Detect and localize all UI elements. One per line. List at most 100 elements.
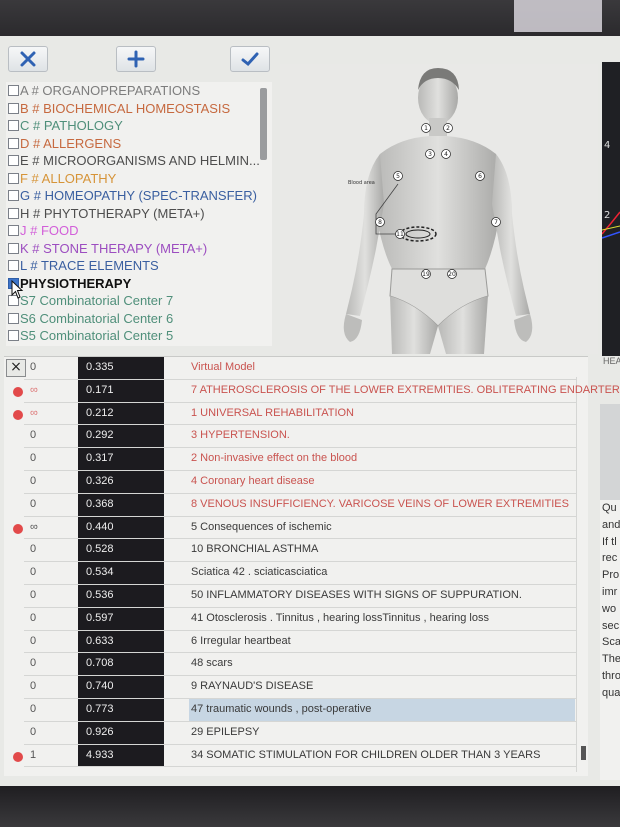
result-row[interactable]: ∞ 0.171 7 ATHEROSCLEROSIS OF THE LOWER EXT… [4, 379, 620, 403]
result-value: 0.326 [78, 471, 164, 493]
body-point-label: 1 [424, 125, 428, 132]
result-row[interactable]: 0 0.326 4 Coronary heart disease [4, 471, 588, 494]
category-item[interactable]: L # TRACE ELEMENTS [6, 257, 272, 275]
body-point-marker[interactable]: 20 [447, 269, 457, 279]
category-checkbox[interactable] [8, 102, 19, 114]
category-item[interactable]: E # MICROORGANISMS AND HELMIN... [6, 152, 272, 170]
results-table: × 0 0.335 Virtual Model ∞ 0.171 7 ATHEROSCLER… [4, 356, 620, 776]
result-value: 0.773 [78, 699, 164, 721]
result-value: 0.708 [78, 653, 164, 676]
category-label: E # MICROORGANISMS AND HELMIN... [20, 153, 260, 169]
category-item[interactable]: B # BIOCHEMICAL HOMEOSTASIS [6, 100, 272, 118]
result-flag: 0 [30, 429, 37, 442]
result-row[interactable]: 0 0.292 3 HYPERTENSION. [4, 425, 588, 449]
category-scrollbar[interactable] [260, 88, 267, 160]
graph-digit-bottom: 2 [604, 210, 610, 221]
result-row[interactable]: 0 0.773 47 traumatic wounds , post-operati… [4, 699, 588, 722]
accept-button[interactable] [230, 46, 270, 72]
result-row[interactable]: ∞ 0.212 1 UNIVERSAL REHABILITATION [4, 402, 588, 426]
toolbar [0, 36, 280, 78]
category-item[interactable]: F # ALLOPATHY [6, 170, 272, 188]
category-item[interactable]: K # STONE THERAPY (META+) [6, 240, 272, 258]
category-item[interactable]: J # FOOD [6, 222, 272, 240]
category-item[interactable]: S6 Combinatorial Center 6 [6, 310, 272, 328]
result-value: 0.440 [78, 516, 164, 539]
result-row[interactable]: 0 0.536 50 INFLAMMATORY DISEASES WITH SIGN… [4, 585, 588, 608]
body-point-marker[interactable]: 3 [425, 149, 435, 159]
body-point-marker[interactable]: 2 [443, 123, 453, 133]
result-value: 0.212 [78, 402, 164, 425]
result-row[interactable]: 0 0.633 6 Irregular heartbeat [4, 630, 588, 654]
result-name: Virtual Model [191, 361, 255, 373]
result-row[interactable]: 0 0.597 41 Otosclerosis . Tinnitus , heari… [4, 607, 588, 631]
category-checkbox[interactable] [8, 172, 19, 184]
category-item[interactable]: G # HOMEOPATHY (SPEC-TRANSFER) [6, 187, 272, 205]
result-row[interactable]: 0 0.534 Sciatica 42 . sciaticasciatica [4, 562, 588, 585]
result-row[interactable]: 0 0.740 9 RAYNAUD'S DISEASE [4, 676, 588, 699]
result-value: 0.597 [78, 607, 164, 630]
body-point-marker[interactable]: 19 [421, 269, 431, 279]
category-checkbox[interactable] [8, 330, 19, 342]
result-value: 0.633 [78, 630, 164, 653]
result-row[interactable]: 0 0.708 48 scars [4, 653, 588, 677]
result-value: 0.536 [78, 585, 164, 607]
description-text-line: sec [602, 619, 620, 632]
category-item[interactable]: H # PHYTOTHERAPY (META+) [6, 205, 272, 223]
body-point-marker[interactable]: 5 [393, 171, 403, 181]
body-point-label: 19 [422, 271, 430, 278]
result-name: Sciatica 42 . sciaticasciatica [191, 566, 328, 579]
result-value: 0.528 [78, 539, 164, 562]
category-label: D # ALLERGENS [20, 135, 122, 151]
body-point-label: 8 [378, 219, 382, 226]
category-item[interactable]: S7 Combinatorial Center 7 [6, 292, 272, 310]
category-item[interactable]: C # PATHOLOGY [6, 117, 272, 135]
result-row[interactable]: 0 0.926 29 EPILEPSY [4, 721, 588, 745]
result-flag: 0 [30, 703, 37, 715]
category-checkbox[interactable] [8, 207, 19, 219]
result-row[interactable]: 0 0.528 10 BRONCHIAL ASTHMA [4, 539, 588, 563]
result-row[interactable]: 0 0.335 Virtual Model [4, 357, 588, 380]
body-point-marker[interactable]: 7 [491, 217, 501, 227]
category-checkbox[interactable] [8, 225, 19, 237]
category-checkbox[interactable] [8, 260, 19, 272]
result-name: 3 HYPERTENSION. [191, 429, 290, 442]
category-checkbox[interactable] [8, 242, 19, 254]
add-button[interactable] [116, 46, 156, 72]
mouse-cursor-icon [11, 280, 24, 299]
category-item[interactable]: A # ORGANOPREPARATIONS [6, 82, 272, 100]
category-checkbox[interactable] [8, 120, 19, 132]
result-row[interactable]: ∞ 0.440 5 Consequences of ischemic [4, 516, 588, 540]
body-point-label: 3 [428, 151, 432, 158]
description-text-line: Qu [602, 502, 617, 514]
body-point-marker[interactable]: 4 [441, 149, 451, 159]
body-point-label: 20 [448, 271, 456, 278]
category-checkbox[interactable] [8, 137, 19, 149]
category-checkbox[interactable] [8, 155, 19, 167]
result-name: 8 VENOUS INSUFFICIENCY. VARICOSE VEINS O… [191, 497, 569, 510]
result-flag: 1 [30, 748, 37, 761]
category-label: B # BIOCHEMICAL HOMEOSTASIS [20, 100, 231, 116]
category-checkbox[interactable] [8, 312, 19, 324]
description-text-line: If tl [602, 535, 617, 548]
side-header-label: HEA [603, 356, 620, 366]
body-point-marker[interactable]: 6 [475, 171, 485, 181]
category-checkbox[interactable] [8, 85, 19, 97]
plus-icon [127, 50, 145, 68]
result-row[interactable]: 0 0.317 2 Non-invasive effect on the blood [4, 448, 588, 471]
body-point-marker[interactable]: 8 [375, 217, 385, 227]
category-checkbox[interactable] [8, 190, 19, 202]
category-item[interactable]: D # ALLERGENS [6, 135, 272, 153]
result-name: 2 Non-invasive effect on the blood [191, 452, 358, 465]
close-button[interactable] [8, 46, 48, 72]
description-header [600, 404, 620, 500]
body-point-marker[interactable]: 1 [421, 123, 431, 133]
body-point-marker[interactable]: 11 [395, 229, 405, 239]
category-item[interactable]: PHYSIOTHERAPY [6, 275, 272, 293]
category-item[interactable]: S5 Combinatorial Center 5 [6, 327, 272, 345]
result-row[interactable]: 0 0.368 8 VENOUS INSUFFICIENCY. VARICOSE V… [4, 493, 588, 517]
result-name: 9 RAYNAUD'S DISEASE [191, 680, 314, 693]
result-flag: 0 [30, 611, 37, 624]
result-flag: ∞ [30, 406, 38, 419]
result-row[interactable]: 1 4.933 34 SOMATIC STIMULATION FOR CHILDRE… [4, 744, 588, 768]
result-name: 5 Consequences of ischemic [191, 520, 332, 533]
